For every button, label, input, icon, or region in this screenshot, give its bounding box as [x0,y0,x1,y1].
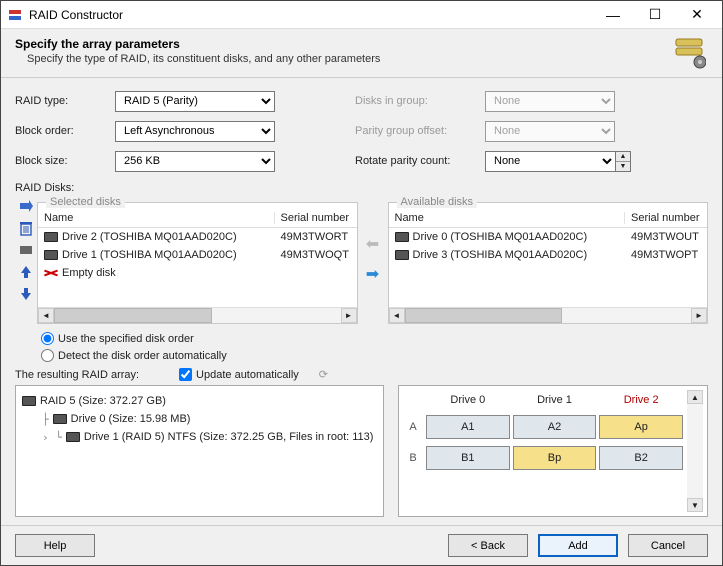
parity-cell: B2 [599,446,683,470]
block-size-label: Block size: [15,155,115,167]
help-button[interactable]: Help [15,534,95,557]
parity-vscroll[interactable]: ▲▼ [687,390,703,512]
col-serial[interactable]: Serial number [275,212,357,224]
hdd-icon [44,232,58,242]
available-disks-legend: Available disks [397,196,478,208]
hdd-icon [22,396,36,406]
tree-node: Drive 0 (Size: 15.98 MB) [71,413,191,425]
back-button[interactable]: < Back [448,534,528,557]
hdd-icon [395,232,409,242]
disk-row[interactable]: Drive 1 (TOSHIBA MQ01AAD020C)49M3TWOQT [38,246,357,264]
move-right-icon[interactable]: ➡ [366,267,379,283]
raid-disks-label: RAID Disks: [15,182,708,194]
resulting-array-label: The resulting RAID array: [15,369,139,381]
minimize-button[interactable]: — [592,1,634,28]
tree-root: RAID 5 (Size: 372.27 GB) [40,395,166,407]
parity-diagram: Drive 0Drive 1Drive 2 AA1A2Ap BB1BpB2 ▲▼ [398,385,708,517]
available-hscroll[interactable]: ◄► [389,307,708,323]
window-title: RAID Constructor [29,8,592,22]
block-order-select[interactable]: Left Asynchronous [115,121,275,142]
close-button[interactable]: ✕ [676,1,718,28]
titlebar: RAID Constructor — ☐ ✕ [1,1,722,29]
hdd-icon [44,250,58,260]
parity-cell: A1 [426,415,510,439]
parity-cell: Ap [599,415,683,439]
rotate-parity-count-select[interactable]: None [485,151,615,172]
cancel-button[interactable]: Cancel [628,534,708,557]
update-automatically-checkbox[interactable]: Update automatically [179,368,299,381]
parity-header: Drive 0 [426,394,510,406]
parity-group-offset-label: Parity group offset: [355,125,485,137]
parity-cell: Bp [513,446,597,470]
move-left-icon[interactable]: ⬅ [366,237,379,253]
tree-node: Drive 1 (RAID 5) NTFS (Size: 372.25 GB, … [84,431,374,443]
refresh-icon[interactable]: ⟳ [319,368,328,381]
disk-row[interactable]: Drive 2 (TOSHIBA MQ01AAD020C)49M3TWORT [38,228,357,246]
col-serial[interactable]: Serial number [625,212,707,224]
col-name[interactable]: Name [38,212,275,224]
available-disks-panel: Available disks Name Serial number Drive… [388,196,709,324]
detect-order-auto-radio[interactable]: Detect the disk order automatically [41,349,708,362]
move-down-button[interactable] [18,286,34,302]
disk-row[interactable]: Drive 3 (TOSHIBA MQ01AAD020C)49M3TWOPT [389,246,708,264]
parity-header: Drive 2 [599,394,683,406]
parity-group-offset-select: None [485,121,615,142]
block-order-label: Block order: [15,125,115,137]
disks-in-group-label: Disks in group: [355,95,485,107]
parity-cell: B1 [426,446,510,470]
col-name[interactable]: Name [389,212,626,224]
selected-disks-panel: Selected disks Name Serial number Drive … [37,196,358,324]
hdd-icon [66,432,80,442]
add-button[interactable]: Add [538,534,618,557]
block-size-select[interactable]: 256 KB [115,151,275,172]
parity-cell: A2 [513,415,597,439]
selected-hscroll[interactable]: ◄► [38,307,357,323]
page-subtitle: Specify the type of RAID, its constituen… [27,53,672,65]
selected-disks-legend: Selected disks [46,196,125,208]
no-disk-icon [44,267,58,279]
app-icon [7,7,23,23]
move-up-button[interactable] [18,264,34,280]
parity-row-label: B [403,452,423,464]
disk-row[interactable]: Drive 0 (TOSHIBA MQ01AAD020C)49M3TWOUT [389,228,708,246]
rotate-parity-spinner[interactable]: ▲▼ [615,151,631,172]
rotate-parity-count-label: Rotate parity count: [355,155,485,167]
raid-icon [672,37,708,69]
hdd-icon [53,414,67,424]
maximize-button[interactable]: ☐ [634,1,676,28]
raid-type-select[interactable]: RAID 5 (Parity) [115,91,275,112]
delete-disk-button[interactable] [18,220,34,236]
wizard-header: Specify the array parameters Specify the… [1,29,722,78]
disks-in-group-select: None [485,91,615,112]
add-disk-button[interactable] [18,198,34,214]
disk-row[interactable]: Empty disk [38,264,357,282]
parity-row-label: A [403,421,423,433]
hdd-icon [395,250,409,260]
raid-type-label: RAID type: [15,95,115,107]
parity-header: Drive 1 [513,394,597,406]
use-specified-order-radio[interactable]: Use the specified disk order [41,332,708,345]
result-tree[interactable]: RAID 5 (Size: 372.27 GB) ├Drive 0 (Size:… [15,385,384,517]
empty-disk-button[interactable] [18,242,34,258]
page-title: Specify the array parameters [15,37,672,51]
